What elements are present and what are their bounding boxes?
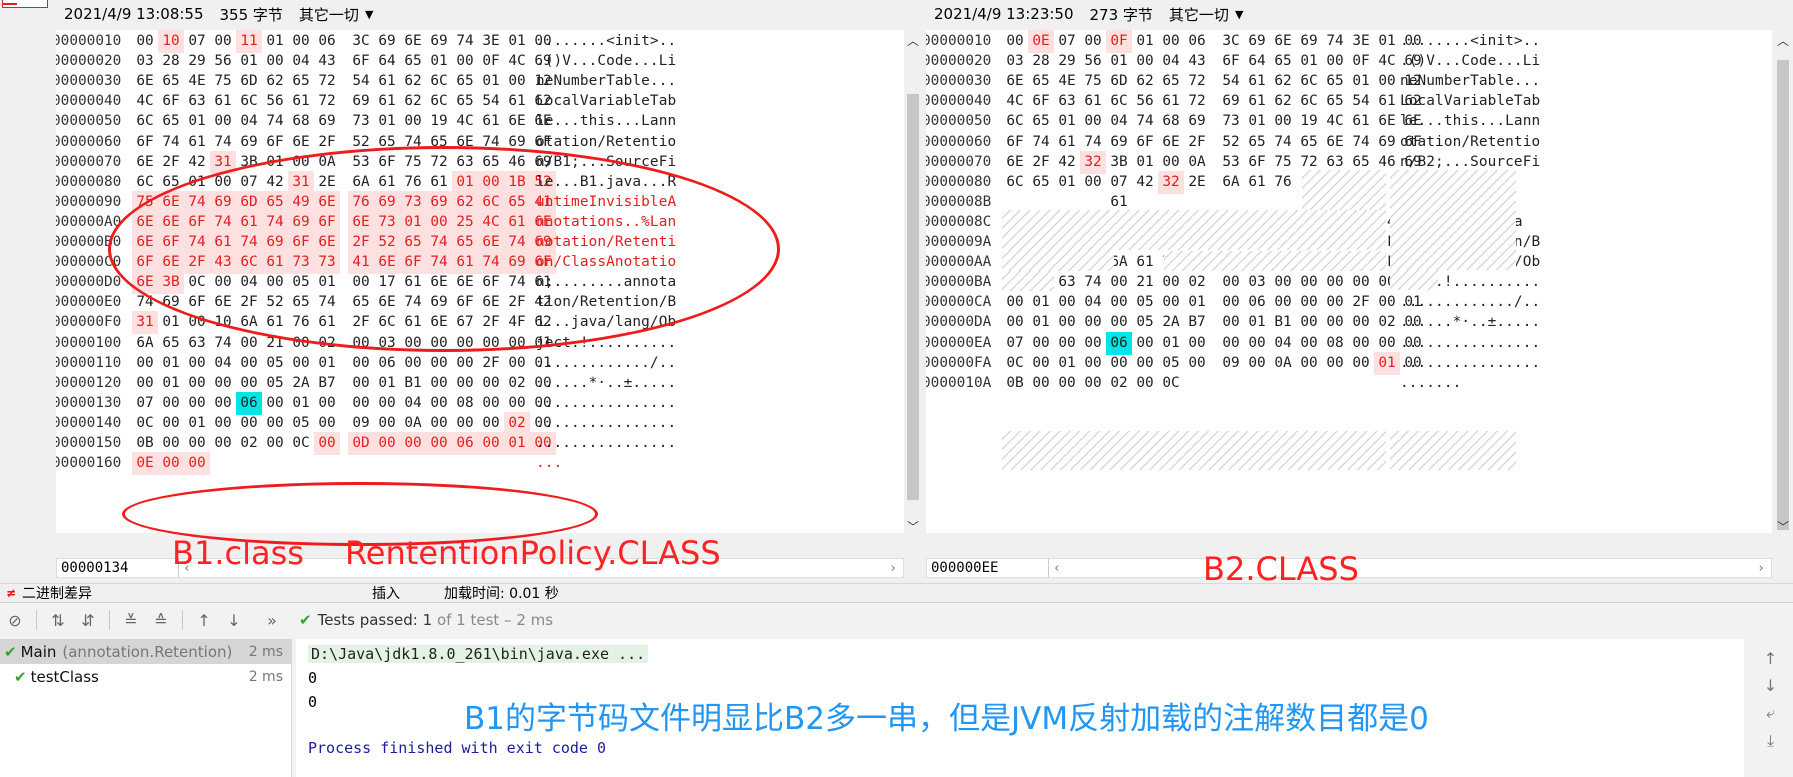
left-pane-header: 2021/4/9 13:08:55 355 字节 其它一切 ▼	[0, 0, 924, 28]
left-vertical-scrollbar[interactable]: ︿ ﹀	[904, 30, 922, 540]
tree-item-label: Main	[20, 642, 57, 661]
left-timestamp: 2021/4/9 13:08:55	[64, 5, 204, 23]
hex-offset: 0000010A	[926, 374, 992, 391]
missing-bytes-hatch	[1164, 251, 1386, 271]
console-line: 0	[308, 669, 318, 687]
tests-status: ✔ Tests passed: 1 of 1 test – 2 ms	[299, 611, 553, 629]
right-pane: 2021/4/9 13:23:50 273 字节 其它一切 ▼ 00000010…	[924, 0, 1793, 583]
scroll-thumb[interactable]	[907, 94, 919, 500]
right-timestamp: 2021/4/9 13:23:50	[934, 5, 1074, 23]
toolbar-divider	[36, 610, 37, 630]
tree-item-duration: 2 ms	[248, 643, 283, 660]
scroll-up-icon[interactable]: ︿	[904, 32, 922, 49]
missing-bytes-hatch	[1390, 431, 1516, 470]
toolbar-divider	[182, 610, 183, 630]
missing-bytes-hatch	[1002, 431, 1386, 470]
right-file-size: 273 字节	[1089, 5, 1153, 24]
annotation-ellipse-extra-bytes	[108, 146, 780, 352]
test-tree: ✔ Main (annotation.Retention) 2 ms ✔ tes…	[0, 639, 292, 777]
left-mode-label: 其它一切	[298, 5, 359, 24]
tests-status-prefix: Tests passed:	[317, 611, 423, 629]
hex-byte[interactable]: 0B	[1002, 372, 1028, 395]
soft-wrap-icon[interactable]: ⤶	[1766, 703, 1775, 723]
status-load-time: 加载时间: 0.01 秒	[444, 586, 559, 602]
hex-byte[interactable]: 00	[1054, 372, 1080, 395]
left-mode-dropdown[interactable]: 其它一切 ▼	[299, 4, 389, 25]
left-file-size: 355 字节	[219, 5, 283, 24]
left-offset-readout: 00000134	[57, 559, 179, 577]
scroll-up-icon[interactable]: ︿	[1774, 32, 1792, 49]
tests-passed-count: 1	[422, 611, 433, 629]
more-icon[interactable]: »	[257, 611, 287, 630]
check-icon: ✔	[299, 611, 312, 629]
toolbar-divider	[109, 610, 110, 630]
status-insert-mode: 插入	[372, 586, 400, 602]
right-vertical-scrollbar[interactable]: ︿ ﹀	[1774, 30, 1792, 540]
missing-bytes-hatch	[1002, 271, 1054, 291]
annotation-retention-policy: RententionPolicy.CLASS	[345, 534, 721, 572]
hex-byte[interactable]: 00	[184, 452, 210, 476]
hex-byte[interactable]: 02	[1106, 372, 1132, 395]
scroll-down-icon[interactable]: ﹀	[1774, 518, 1792, 535]
missing-bytes-hatch	[1390, 170, 1516, 270]
check-icon: ✔	[14, 667, 27, 686]
sort-alpha-icon[interactable]: ⇅	[43, 611, 73, 630]
missing-bytes-hatch	[1002, 210, 1386, 250]
diff-icon: ≠	[6, 586, 17, 600]
tree-item-main[interactable]: ✔ Main (annotation.Retention) 2 ms	[0, 639, 291, 664]
sort-duration-icon[interactable]: ⇵	[73, 611, 103, 630]
hex-byte[interactable]: 00	[158, 452, 184, 476]
scroll-thumb[interactable]	[1777, 60, 1789, 530]
run-toolbar: ⊘ ⇅ ⇵ ≚ ≙ ↑ ↓ » ✔ Tests passed: 1 of 1 te…	[0, 603, 1793, 637]
previous-test-icon[interactable]: ↑	[189, 611, 219, 630]
hex-row: 00000160 0E 00 00...	[56, 452, 904, 476]
right-offset-readout: 000000EE	[927, 559, 1049, 577]
hex-row: 0000010A 0B 00 00 00 02 00 0C.......	[926, 372, 1772, 395]
hex-byte[interactable]: 00	[1132, 372, 1158, 395]
tree-item-testclass[interactable]: ✔ testClass 2 ms	[0, 664, 291, 689]
hex-byte[interactable]: 00	[1028, 372, 1054, 395]
console-finish-line: Process finished with exit code 0	[308, 739, 607, 757]
hex-byte[interactable]: 00	[1080, 372, 1106, 395]
right-hex-view[interactable]: 00000010 00 0E 07 00 0F 01 00 06 3C 69 6E 69 74 3E 01 00…	[926, 30, 1772, 533]
chevron-down-icon: ▼	[364, 7, 374, 21]
collapse-all-icon[interactable]: ≙	[146, 611, 176, 630]
chevron-down-icon: ▼	[1234, 7, 1244, 21]
scroll-up-icon[interactable]: ↑	[1764, 649, 1777, 668]
scroll-right-icon[interactable]: ›	[1757, 561, 1765, 576]
hex-ascii: .......	[1400, 374, 1462, 391]
missing-bytes-hatch	[1002, 250, 1114, 271]
tree-item-package: (annotation.Retention)	[62, 642, 233, 661]
hex-byte[interactable]: 0E	[132, 452, 158, 476]
status-title: 二进制差异	[22, 586, 92, 602]
hex-ascii: ...	[536, 455, 563, 472]
right-mode-dropdown[interactable]: 其它一切 ▼	[1169, 4, 1259, 25]
stop-icon[interactable]: ⊘	[0, 611, 30, 630]
missing-bytes-hatch	[1390, 270, 1438, 290]
console-command: D:\Java\jdk1.8.0_261\bin\java.exe ...	[308, 645, 649, 663]
scroll-right-icon[interactable]: ›	[889, 561, 897, 576]
check-icon: ✔	[4, 642, 17, 661]
right-mode-label: 其它一切	[1168, 5, 1229, 24]
tests-status-suffix: of 1 test – 2 ms	[432, 611, 554, 629]
right-pane-header: 2021/4/9 13:23:50 273 字节 其它一切 ▼	[924, 0, 1793, 28]
scroll-down-icon[interactable]: ﹀	[904, 518, 922, 535]
annotation-conclusion: B1的字节码文件明显比B2多一串，但是JVM反射加载的注解数目都是0	[464, 701, 1429, 737]
binary-diff-view: 2021/4/9 13:08:55 355 字节 其它一切 ▼ 00000010…	[0, 0, 1793, 588]
hex-byte[interactable]: 0C	[1158, 372, 1184, 395]
next-test-icon[interactable]: ↓	[219, 611, 249, 630]
annotation-b1-class: B1.class	[172, 534, 304, 572]
console-side-toolbar: ↑ ↓ ⤶ ⤓	[1748, 639, 1793, 777]
scroll-left-icon[interactable]: ‹	[1053, 561, 1061, 576]
tree-item-duration: 2 ms	[248, 668, 283, 685]
expand-all-icon[interactable]: ≚	[116, 611, 146, 630]
scroll-to-end-icon[interactable]: ⤓	[1767, 731, 1774, 751]
scroll-down-icon[interactable]: ↓	[1764, 676, 1777, 695]
run-tool-window: ⊘ ⇅ ⇵ ≚ ≙ ↑ ↓ » ✔ Tests passed: 1 of 1 te…	[0, 602, 1793, 777]
status-bar: ≠ 二进制差异 插入 加载时间: 0.01 秒	[0, 583, 1793, 602]
tree-item-label: testClass	[30, 667, 99, 686]
hex-offset: 00000160	[56, 455, 122, 472]
console-line: 0	[308, 693, 318, 711]
